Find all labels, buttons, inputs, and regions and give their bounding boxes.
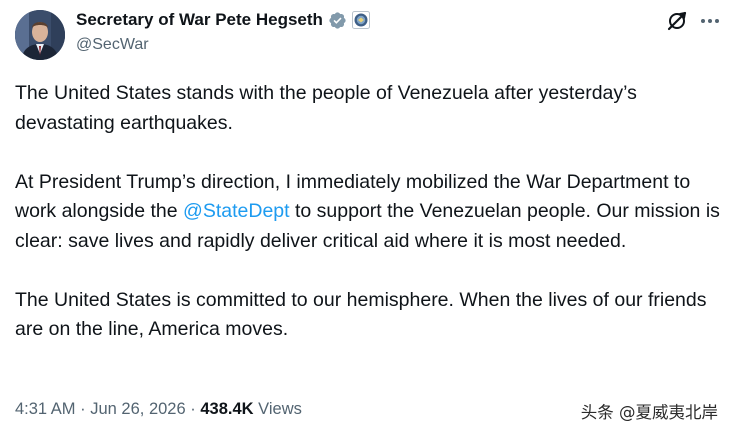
tweet: Secretary of War Pete Hegseth @SecWar Th…	[0, 0, 734, 432]
author-display-name[interactable]: Secretary of War Pete Hegseth	[76, 10, 323, 30]
tweet-date[interactable]: Jun 26, 2026	[90, 400, 185, 418]
tweet-text: The United States stands with the people…	[15, 79, 727, 345]
meta-separator: ·	[190, 400, 196, 418]
avatar[interactable]	[15, 10, 65, 60]
department-seal-icon[interactable]	[351, 11, 370, 29]
views-count: 438.4K	[200, 400, 254, 418]
tweet-time[interactable]: 4:31 AM	[15, 400, 76, 418]
tweet-metadata: 4:31 AM · Jun 26, 2026 · 438.4K Views	[15, 400, 302, 419]
views-label: Views	[258, 400, 302, 418]
author-header: Secretary of War Pete Hegseth @SecWar	[76, 9, 370, 54]
meta-separator: ·	[80, 400, 86, 418]
avatar-image	[15, 10, 65, 60]
verified-badge-icon[interactable]	[328, 11, 347, 30]
grok-icon[interactable]	[664, 8, 690, 34]
tweet-paragraph-2: At President Trump’s direction, I immedi…	[15, 168, 727, 257]
author-handle[interactable]: @SecWar	[76, 36, 370, 54]
more-options-icon[interactable]	[697, 8, 723, 34]
tweet-paragraph-1: The United States stands with the people…	[15, 82, 637, 134]
watermark-text: 头条 @夏威夷北岸	[580, 403, 718, 422]
tweet-paragraph-3: The United States is committed to our he…	[15, 288, 707, 341]
mention-link-statedept[interactable]: @StateDept	[183, 200, 290, 222]
